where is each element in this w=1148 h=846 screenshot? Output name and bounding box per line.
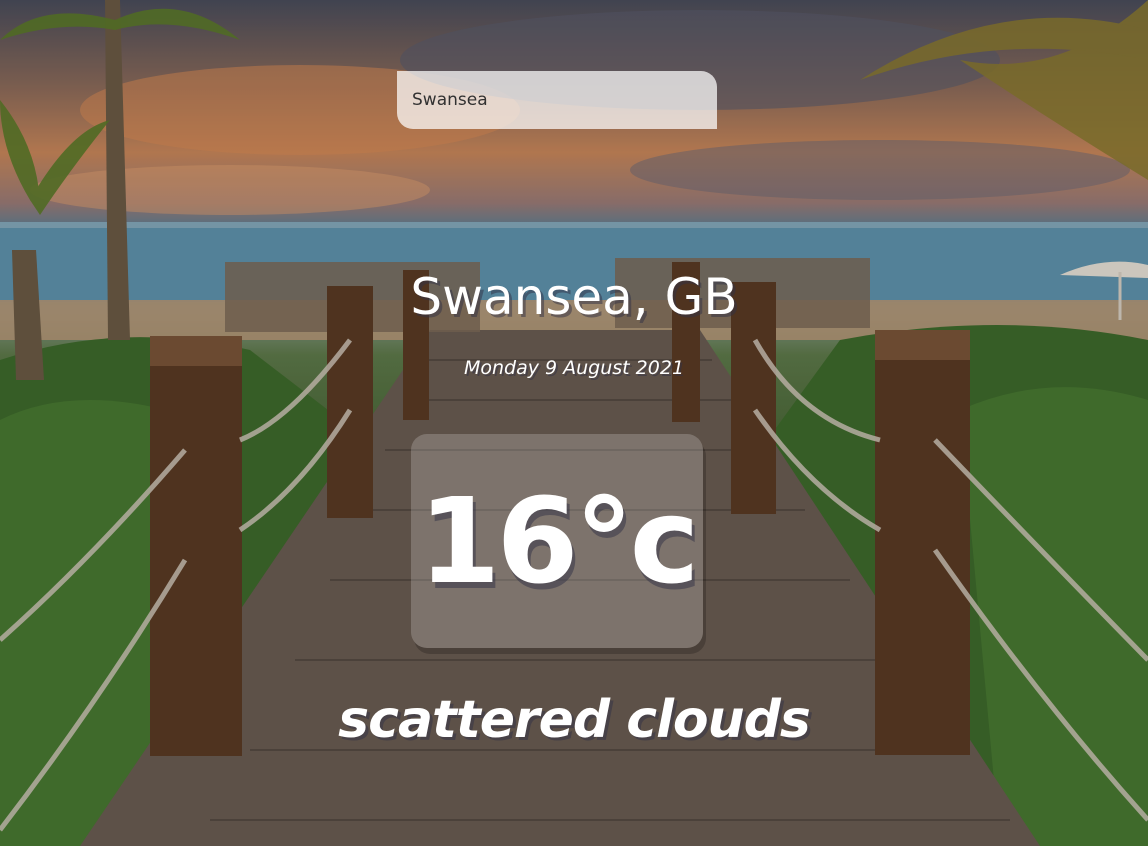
temperature-value: 16°c bbox=[418, 472, 699, 610]
temperature-box: 16°c bbox=[411, 434, 703, 648]
weather-description: scattered clouds bbox=[338, 690, 811, 750]
date-label: Monday 9 August 2021 bbox=[463, 357, 685, 379]
weather-app: Swansea, GB Monday 9 August 2021 16°c sc… bbox=[0, 0, 1148, 846]
location-title: Swansea, GB bbox=[410, 268, 738, 326]
search-input[interactable] bbox=[397, 71, 717, 129]
